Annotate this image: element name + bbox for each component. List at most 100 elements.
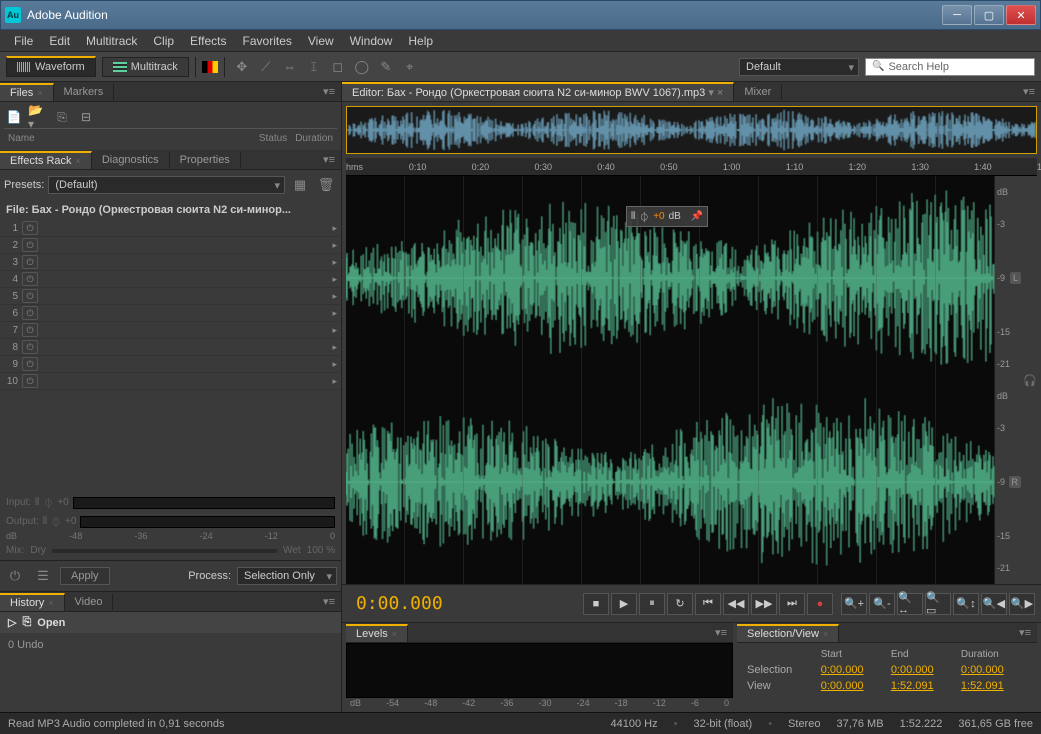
tab-diagnostics[interactable]: Diagnostics — [92, 152, 170, 168]
effect-slot[interactable]: 9⏻▸ — [0, 356, 341, 373]
menu-file[interactable]: File — [6, 32, 41, 50]
effect-slot[interactable]: 4⏻▸ — [0, 271, 341, 288]
overview-waveform[interactable]: ⊙ — [346, 106, 1037, 154]
record-button[interactable]: ● — [807, 593, 833, 615]
play-button[interactable]: ▶ — [611, 593, 637, 615]
zoom-left-icon[interactable]: 🔍◀ — [981, 593, 1007, 615]
effect-slot[interactable]: 2⏻▸ — [0, 237, 341, 254]
slip-tool-icon[interactable]: ⇔ — [279, 56, 301, 78]
process-dropdown[interactable]: Selection Only — [237, 567, 337, 585]
tab-markers[interactable]: Markers — [54, 84, 115, 100]
chevron-right-icon[interactable]: ▸ — [332, 291, 337, 302]
zoom-in-icon[interactable]: 🔍+ — [841, 593, 867, 615]
tab-editor[interactable]: Editor: Бах - Рондо (Оркестровая сюита N… — [342, 82, 734, 101]
close-file-icon[interactable]: ⊟ — [76, 108, 96, 126]
rewind-button[interactable]: ◀◀ — [723, 593, 749, 615]
skip-fwd-button[interactable]: ⏭ — [779, 593, 805, 615]
tab-files[interactable]: Files× — [0, 83, 54, 101]
chevron-right-icon[interactable]: ▸ — [332, 359, 337, 370]
lasso-icon[interactable]: ◯ — [351, 56, 373, 78]
panel-menu-icon[interactable]: ▾≡ — [317, 595, 341, 608]
skip-back-button[interactable]: ⏮ — [695, 593, 721, 615]
chevron-right-icon[interactable]: ▸ — [332, 240, 337, 251]
chevron-right-icon[interactable]: ▸ — [332, 257, 337, 268]
power-icon[interactable]: ⏻ — [22, 238, 38, 252]
view-end[interactable]: 1:52.091 — [889, 678, 959, 694]
menu-multitrack[interactable]: Multitrack — [78, 32, 145, 50]
col-status[interactable]: Status — [255, 131, 291, 146]
view-start[interactable]: 0:00.000 — [819, 678, 889, 694]
zoom-in-v-icon[interactable]: 🔍↕ — [953, 593, 979, 615]
headphone-icon[interactable]: 🎧 — [1023, 374, 1037, 387]
sel-dur[interactable]: 0:00.000 — [959, 662, 1029, 678]
loop-button[interactable]: ↻ — [667, 593, 693, 615]
waveform-button[interactable]: Waveform — [6, 56, 96, 77]
time-selection-icon[interactable]: 𝙸 — [303, 56, 325, 78]
menu-window[interactable]: Window — [342, 32, 401, 50]
forward-button[interactable]: ▶▶ — [751, 593, 777, 615]
delete-preset-icon[interactable]: 🗑 — [315, 174, 337, 196]
apply-button[interactable]: Apply — [60, 567, 110, 585]
razor-tool-icon[interactable]: ⟋ — [255, 56, 277, 78]
power-icon[interactable]: ⏻ — [22, 357, 38, 371]
power-icon[interactable]: ⏻ — [22, 221, 38, 235]
waveform-display[interactable]: ⫴ ⏀ +0 dB 📌 LdB-3-9-15-21 RdB-3-9-15-21 … — [346, 176, 1037, 584]
zoom-right-icon[interactable]: 🔍▶ — [1009, 593, 1035, 615]
col-duration[interactable]: Duration — [291, 131, 337, 146]
maximize-button[interactable]: ▢ — [974, 5, 1004, 25]
effect-slot[interactable]: 5⏻▸ — [0, 288, 341, 305]
tab-history[interactable]: History× — [0, 593, 65, 611]
effect-slot[interactable]: 3⏻▸ — [0, 254, 341, 271]
close-button[interactable]: ✕ — [1006, 5, 1036, 25]
power-icon[interactable]: ⏻ — [22, 374, 38, 388]
move-tool-icon[interactable]: ✥ — [231, 56, 253, 78]
panel-menu-icon[interactable]: ▾≡ — [709, 626, 733, 639]
menu-edit[interactable]: Edit — [41, 32, 78, 50]
marquee-icon[interactable]: ◻ — [327, 56, 349, 78]
power-icon[interactable]: ⏻ — [22, 340, 38, 354]
sel-end[interactable]: 0:00.000 — [889, 662, 959, 678]
tab-levels[interactable]: Levels× — [346, 624, 408, 642]
zoom-full-icon[interactable]: 🔍↔ — [897, 593, 923, 615]
workspace-dropdown[interactable]: Default — [739, 58, 859, 76]
zoom-sel-icon[interactable]: 🔍▭ — [925, 593, 951, 615]
history-item-open[interactable]: ▷ ⎘ Open — [0, 612, 341, 633]
effect-slot[interactable]: 6⏻▸ — [0, 305, 341, 322]
tab-selection-view[interactable]: Selection/View× — [737, 624, 839, 642]
tab-mixer[interactable]: Mixer — [734, 84, 782, 100]
time-ruler[interactable]: hms0:100:200:300:400:501:001:101:201:301… — [346, 158, 1037, 176]
power-icon[interactable]: ⏻ — [22, 272, 38, 286]
menu-favorites[interactable]: Favorites — [235, 32, 300, 50]
panel-menu-icon[interactable]: ▾≡ — [1017, 85, 1041, 98]
power-icon[interactable]: ⏻ — [22, 289, 38, 303]
panel-menu-icon[interactable]: ▾≡ — [317, 153, 341, 166]
tab-effects-rack[interactable]: Effects Rack× — [0, 151, 92, 169]
effect-slot[interactable]: 7⏻▸ — [0, 322, 341, 339]
spot-heal-icon[interactable]: ⌖ — [399, 56, 421, 78]
effect-slot[interactable]: 1⏻▸ — [0, 220, 341, 237]
chevron-right-icon[interactable]: ▸ — [332, 342, 337, 353]
list-icon[interactable]: ☰ — [32, 565, 54, 587]
minimize-button[interactable]: ─ — [942, 5, 972, 25]
tab-properties[interactable]: Properties — [170, 152, 241, 168]
stop-button[interactable]: ■ — [583, 593, 609, 615]
view-dur[interactable]: 1:52.091 — [959, 678, 1029, 694]
effect-slot[interactable]: 10⏻▸ — [0, 373, 341, 390]
power-icon[interactable]: ⏻ — [22, 306, 38, 320]
open-file-icon[interactable]: 📄 — [4, 108, 24, 126]
multitrack-button[interactable]: Multitrack — [102, 57, 189, 77]
menu-clip[interactable]: Clip — [145, 32, 182, 50]
presets-dropdown[interactable]: (Default) — [48, 176, 285, 194]
import-icon[interactable]: ⎘ — [52, 108, 72, 126]
power-icon[interactable]: ⏻ — [22, 255, 38, 269]
panel-menu-icon[interactable]: ▾≡ — [1013, 626, 1037, 639]
menu-view[interactable]: View — [300, 32, 342, 50]
save-preset-icon[interactable]: ▦ — [289, 174, 311, 196]
pause-button[interactable]: ⏸ — [639, 593, 665, 615]
search-help-input[interactable]: Search Help — [865, 58, 1035, 76]
timecode-display[interactable]: 0:00.000 — [348, 591, 451, 616]
effect-slot[interactable]: 8⏻▸ — [0, 339, 341, 356]
mix-slider[interactable] — [52, 549, 277, 553]
tab-video[interactable]: Video — [65, 594, 114, 610]
pin-icon[interactable]: 📌 — [691, 211, 703, 222]
